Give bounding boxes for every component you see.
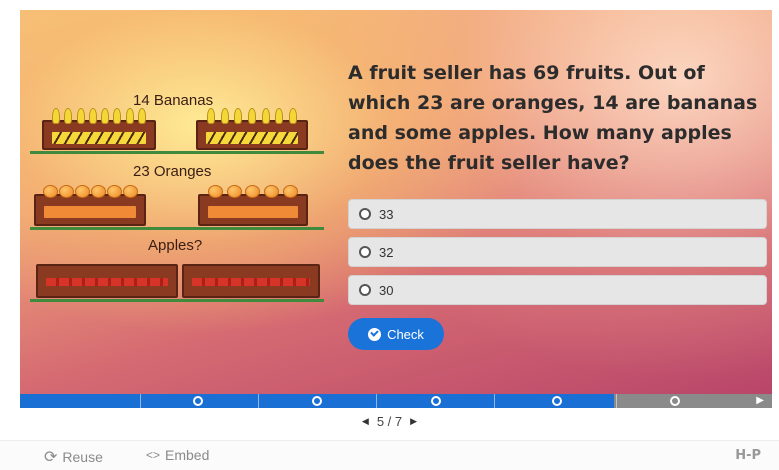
- orange-crate: [198, 185, 308, 226]
- slide-marker[interactable]: [312, 396, 322, 406]
- h5p-logo[interactable]: H-P: [735, 448, 761, 463]
- embed-label: Embed: [165, 447, 210, 463]
- answer-label: 32: [379, 244, 394, 260]
- question-text: A fruit seller has 69 fruits. Out of whi…: [348, 62, 758, 174]
- progress-separator: [494, 394, 495, 408]
- shelf-line: [30, 299, 324, 302]
- progress-bar[interactable]: ▶: [20, 394, 772, 408]
- apple-crate: [36, 264, 178, 298]
- slide-marker[interactable]: [431, 396, 441, 406]
- check-circle-icon: [368, 327, 382, 341]
- reuse-label: Reuse: [62, 449, 103, 465]
- orange-crate: [34, 185, 146, 226]
- progress-separator: [376, 394, 377, 408]
- embed-button[interactable]: <> Embed: [146, 447, 209, 463]
- expand-arrow-icon[interactable]: ▶: [756, 396, 764, 406]
- check-button[interactable]: Check: [348, 318, 444, 350]
- progress-separator: [258, 394, 259, 408]
- slide-marker[interactable]: [670, 396, 680, 406]
- progress-separator: [140, 394, 141, 408]
- check-label: Check: [387, 326, 424, 342]
- bananas-label: 14 Bananas: [133, 92, 214, 109]
- slide-pager: ◀ 5 / 7 ▶: [0, 414, 779, 429]
- shelf-line: [30, 227, 324, 230]
- slide-marker[interactable]: [193, 396, 203, 406]
- answer-option-1[interactable]: 33: [348, 199, 767, 229]
- next-slide-icon[interactable]: ▶: [410, 416, 417, 427]
- apples-label: Apples?: [148, 237, 203, 254]
- shelf-line: [30, 151, 324, 154]
- page-indicator: 5 / 7: [376, 414, 403, 429]
- progress-separator: [616, 394, 617, 408]
- radio-icon[interactable]: [359, 208, 371, 220]
- answer-option-3[interactable]: 30: [348, 275, 767, 305]
- answer-option-2[interactable]: 32: [348, 237, 767, 267]
- banana-crate: [196, 108, 308, 150]
- radio-icon[interactable]: [359, 284, 371, 296]
- answer-label: 33: [379, 206, 394, 222]
- code-icon: <>: [146, 448, 161, 462]
- slide-marker[interactable]: [552, 396, 562, 406]
- oranges-label: 23 Oranges: [133, 163, 212, 180]
- footer-bar: ⟳ Reuse <> Embed H-P: [0, 440, 779, 470]
- banana-crate: [42, 108, 156, 150]
- apple-crate: [182, 264, 320, 298]
- refresh-icon: ⟳: [44, 449, 58, 466]
- reuse-button[interactable]: ⟳ Reuse: [44, 447, 103, 467]
- prev-slide-icon[interactable]: ◀: [362, 416, 369, 427]
- answer-label: 30: [379, 282, 394, 298]
- radio-icon[interactable]: [359, 246, 371, 258]
